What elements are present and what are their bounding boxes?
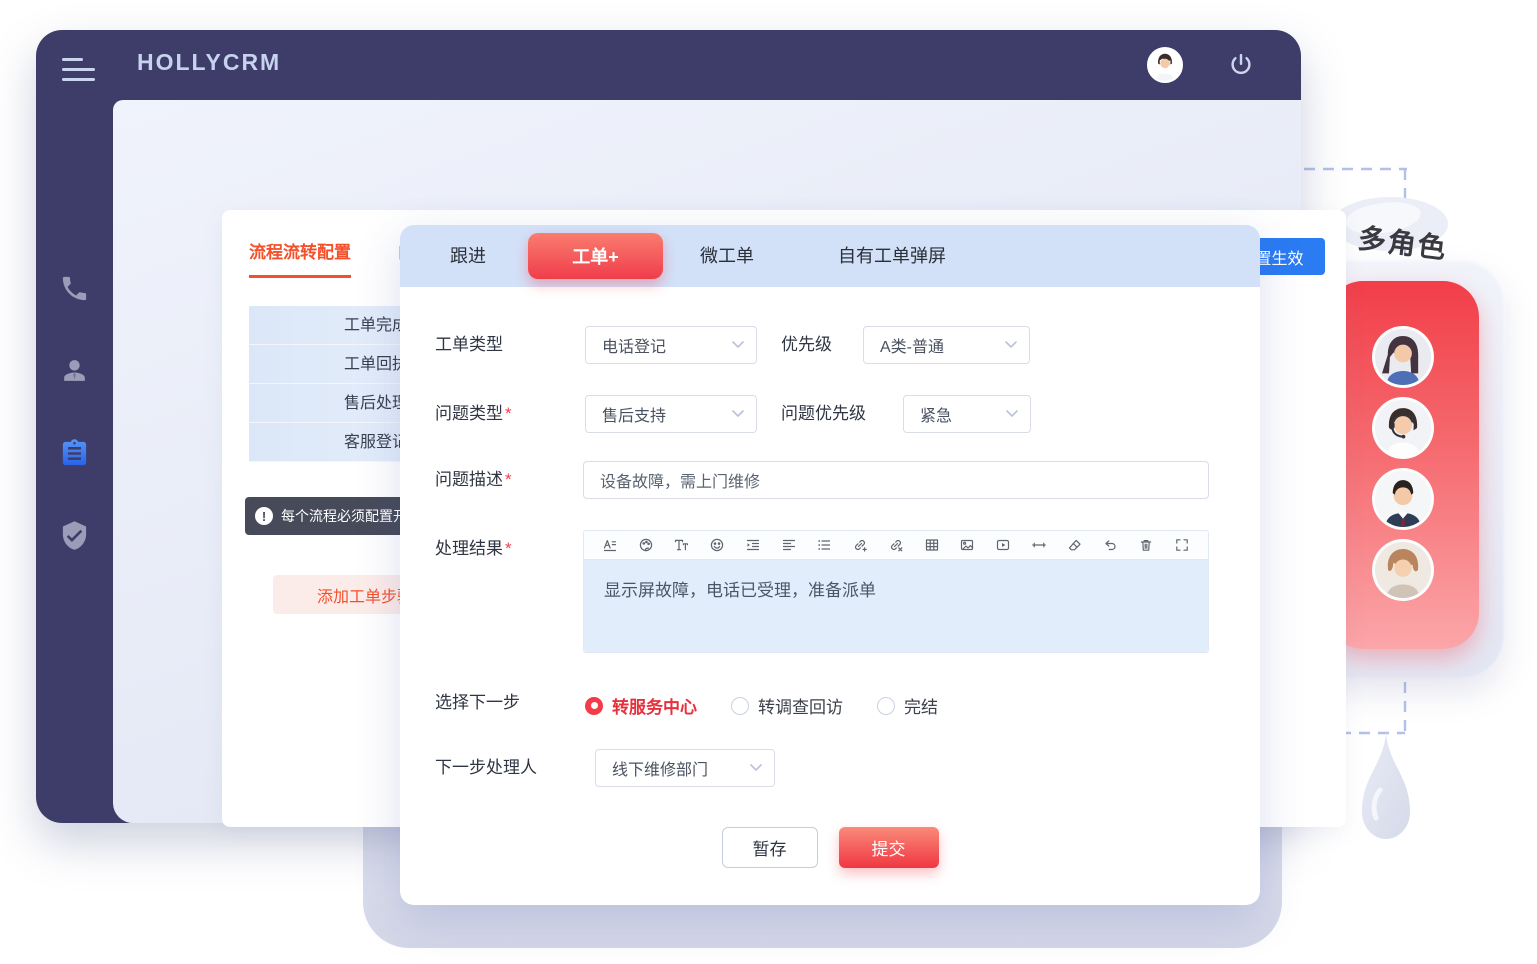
- menu-icon[interactable]: [62, 58, 96, 84]
- avatar-agent-male: [1372, 468, 1434, 530]
- order-type-value: 电话登记: [602, 333, 666, 357]
- issue-type-value: 售后支持: [602, 402, 666, 426]
- avatar-agent-female-1: [1372, 326, 1434, 388]
- remove-link-icon[interactable]: [887, 537, 904, 554]
- next-handler-label: 下一步处理人: [435, 749, 537, 787]
- avatar-agent-female-2: [1372, 539, 1434, 601]
- order-type-label: 工单类型: [435, 326, 503, 364]
- modal-tab-follow-up[interactable]: 跟进: [450, 225, 486, 287]
- emoji-icon[interactable]: [709, 537, 726, 554]
- submit-button[interactable]: 提交: [839, 827, 939, 868]
- insert-link-icon[interactable]: [852, 537, 869, 554]
- editor-toolbar: [584, 531, 1208, 560]
- radio-icon: [877, 697, 895, 715]
- radio-transfer-survey-callback[interactable]: 转调查回访: [731, 693, 843, 718]
- image-icon[interactable]: [959, 537, 976, 554]
- issue-desc-label: 问题描述*: [435, 461, 512, 499]
- result-label: 处理结果*: [435, 530, 512, 568]
- next-step-radio-group: 转服务中心 转调查回访 完结: [585, 693, 938, 718]
- user-avatar[interactable]: [1147, 47, 1183, 83]
- tab-process-flow-config[interactable]: 流程流转配置: [249, 238, 351, 278]
- order-type-select[interactable]: 电话登记: [585, 326, 757, 364]
- security-shield-icon[interactable]: [59, 520, 90, 551]
- multi-role-panel: [1327, 281, 1479, 649]
- divider-icon[interactable]: [1030, 537, 1047, 554]
- power-icon[interactable]: [1227, 51, 1255, 79]
- issue-priority-value: 紧急: [920, 402, 952, 426]
- workorder-clipboard-icon[interactable]: [59, 438, 90, 469]
- workorder-modal: 跟进 工单+ 微工单 自有工单弹屏 工单类型 电话登记 优先级 A类-普通 问题…: [400, 225, 1260, 905]
- modal-tab-bar: 跟进 工单+ 微工单 自有工单弹屏: [400, 225, 1260, 287]
- palette-icon[interactable]: [637, 537, 654, 554]
- issue-priority-label: 问题优先级: [781, 395, 866, 433]
- font-family-icon[interactable]: [673, 537, 690, 554]
- align-icon[interactable]: [780, 537, 797, 554]
- next-handler-select[interactable]: 线下维修部门: [595, 749, 775, 787]
- issue-type-label: 问题类型*: [435, 395, 512, 433]
- radio-transfer-service-center[interactable]: 转服务中心: [585, 693, 697, 718]
- next-step-label: 选择下一步: [435, 684, 520, 722]
- eraser-icon[interactable]: [1066, 537, 1083, 554]
- chevron-down-icon: [750, 764, 762, 772]
- contact-icon[interactable]: [59, 355, 90, 386]
- avatar-agent-headset: [1372, 397, 1434, 459]
- priority-select[interactable]: A类-普通: [863, 326, 1030, 364]
- next-handler-value: 线下维修部门: [612, 756, 708, 780]
- radio-icon: [731, 697, 749, 715]
- modal-tab-micro-workorder[interactable]: 微工单: [700, 225, 754, 287]
- exclamation-icon: !: [255, 507, 273, 525]
- issue-desc-input[interactable]: [583, 461, 1209, 499]
- save-draft-button[interactable]: 暂存: [722, 827, 818, 868]
- brand-logo: HOLLYCRM: [137, 49, 281, 76]
- chevron-down-icon: [1005, 341, 1017, 349]
- issue-type-select[interactable]: 售后支持: [585, 395, 757, 433]
- indent-icon[interactable]: [744, 537, 761, 554]
- radio-finish[interactable]: 完结: [877, 693, 938, 718]
- modal-footer: 暂存 提交: [400, 827, 1260, 868]
- result-editor-content[interactable]: 显示屏故障，电话已受理，准备派单: [584, 560, 1208, 653]
- avatar-stack: [1327, 326, 1479, 601]
- table-icon[interactable]: [923, 537, 940, 554]
- priority-value: A类-普通: [880, 333, 944, 357]
- fullscreen-icon[interactable]: [1173, 537, 1190, 554]
- priority-label: 优先级: [781, 326, 832, 364]
- chevron-down-icon: [732, 410, 744, 418]
- delete-icon[interactable]: [1138, 537, 1155, 554]
- undo-icon[interactable]: [1102, 537, 1119, 554]
- screen: 多角色: [0, 0, 1537, 964]
- modal-tab-workorder-active[interactable]: 工单+: [528, 233, 663, 279]
- video-icon[interactable]: [995, 537, 1012, 554]
- phone-icon[interactable]: [59, 273, 90, 304]
- modal-tab-own-popup[interactable]: 自有工单弹屏: [838, 225, 946, 287]
- font-style-icon[interactable]: [601, 537, 618, 554]
- chevron-down-icon: [732, 341, 744, 349]
- radio-selected-icon: [585, 697, 603, 715]
- teardrop-decoration: [1350, 728, 1420, 868]
- result-rich-editor[interactable]: 显示屏故障，电话已受理，准备派单: [583, 530, 1209, 653]
- issue-priority-select[interactable]: 紧急: [903, 395, 1031, 433]
- list-icon[interactable]: [816, 537, 833, 554]
- chevron-down-icon: [1006, 410, 1018, 418]
